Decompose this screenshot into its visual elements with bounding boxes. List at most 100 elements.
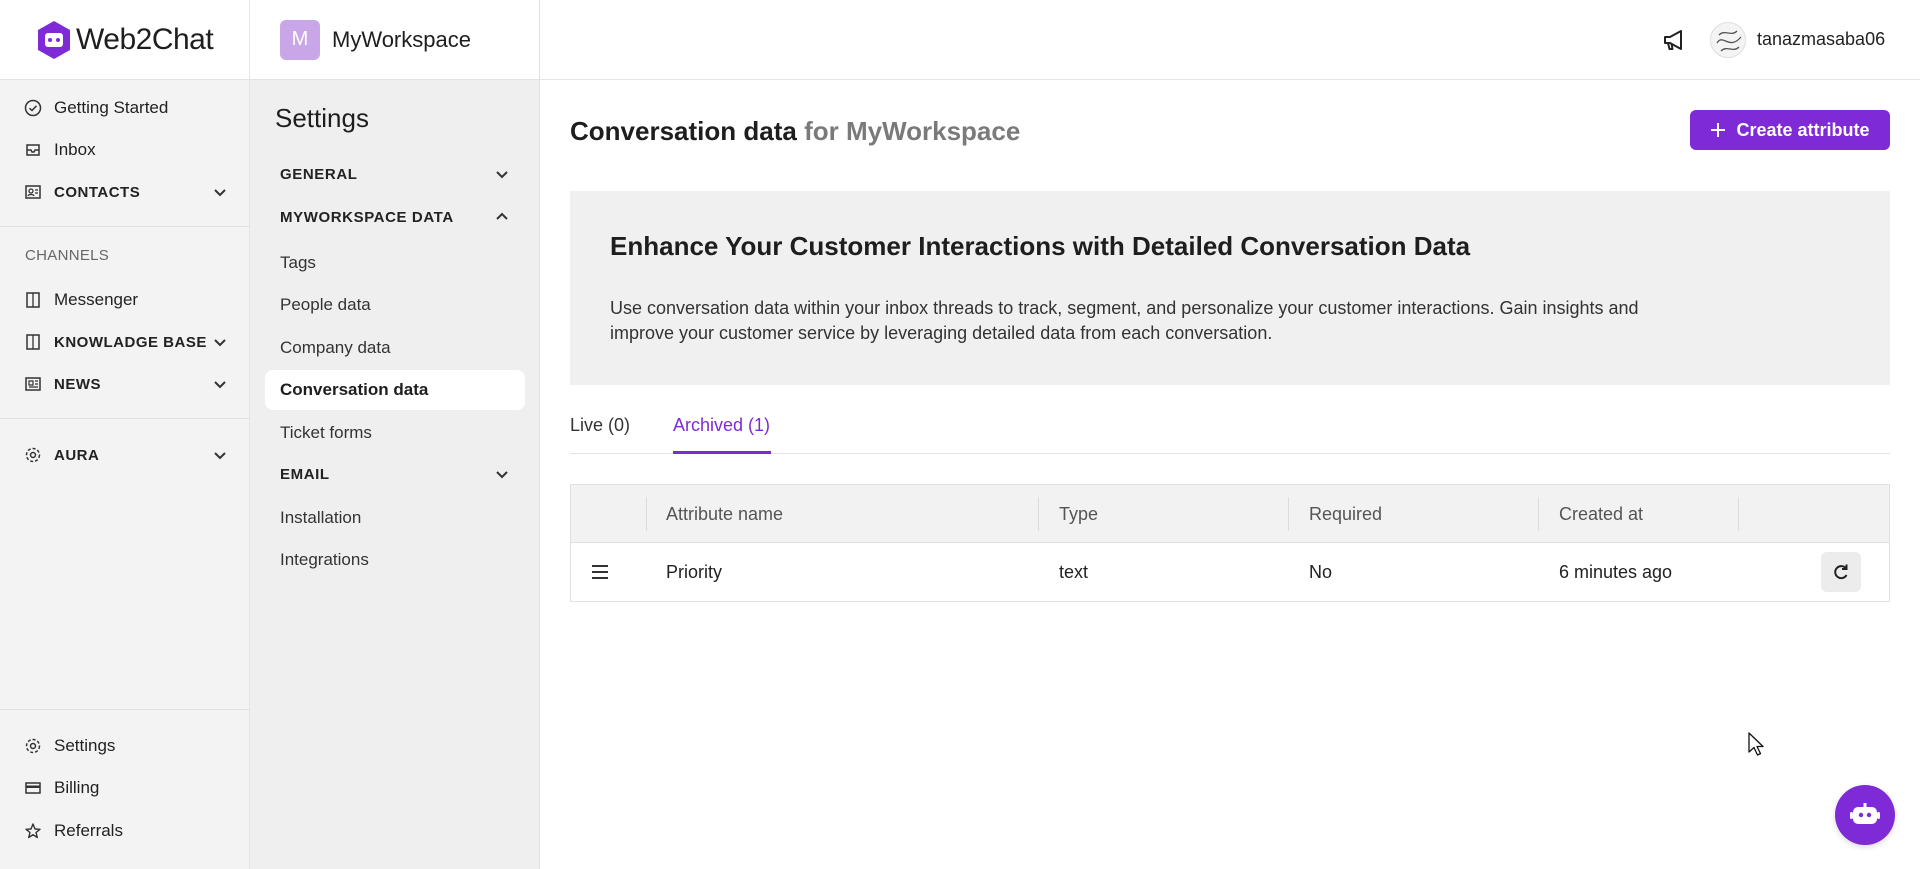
settings-item-people-data[interactable]: People data (265, 285, 525, 325)
settings-item-conversation-data[interactable]: Conversation data (265, 370, 525, 410)
nav-divider (0, 418, 250, 419)
cell-attribute-name: Priority (666, 561, 723, 582)
nav-knowledge-base[interactable]: KNOWLADGE BASE (0, 322, 250, 362)
book-icon (26, 334, 40, 350)
contacts-icon (25, 185, 41, 199)
column-divider (646, 497, 647, 531)
nav-divider (0, 709, 250, 710)
credit-card-icon (25, 782, 41, 794)
settings-title: Settings (275, 103, 369, 133)
chevron-down-icon (496, 171, 508, 179)
restore-icon (1834, 564, 1848, 580)
nav-billing-label: Billing (54, 778, 100, 797)
table-header: Attribute name Type Required Created at (571, 485, 1889, 543)
nav-section-channels: CHANNELS (25, 247, 110, 264)
nav-getting-started[interactable]: Getting Started (0, 88, 250, 128)
nav-settings-label: Settings (54, 736, 116, 755)
web2chat-logo-icon (38, 20, 70, 59)
column-header-name[interactable]: Attribute name (666, 485, 783, 543)
chevron-down-icon (214, 189, 226, 197)
nav-inbox-label: Inbox (54, 140, 96, 159)
check-circle-icon (24, 99, 42, 117)
chevron-up-icon (496, 212, 508, 220)
create-attribute-label: Create attribute (1736, 119, 1870, 140)
nav-news[interactable]: NEWS (0, 364, 250, 404)
settings-group-workspace-data-label: MYWORKSPACE DATA (280, 208, 454, 226)
plus-icon (1711, 123, 1726, 137)
main-sidebar: Web2Chat Getting Started Inbox CONTACTS … (0, 0, 250, 869)
page-title-suffix: for MyWorkspace (804, 116, 1021, 146)
star-icon (25, 823, 41, 839)
column-divider (1288, 497, 1289, 531)
workspace-name: MyWorkspace (332, 26, 471, 52)
nav-settings[interactable]: Settings (0, 726, 250, 766)
megaphone-icon[interactable] (1662, 27, 1688, 53)
nav-referrals-label: Referrals (54, 821, 123, 840)
mouse-cursor-icon (1748, 732, 1764, 756)
nav-contacts[interactable]: CONTACTS (0, 172, 250, 212)
settings-sidebar: M MyWorkspace Settings GENERAL MYWORKSPA… (250, 0, 540, 869)
banner-heading: Enhance Your Customer Interactions with … (610, 231, 1471, 261)
tab-live[interactable]: Live (0) (570, 411, 630, 454)
avatar[interactable] (1710, 22, 1746, 58)
drag-handle-icon[interactable] (590, 563, 610, 581)
nav-messenger-label: Messenger (54, 290, 139, 309)
workspace-switcher[interactable]: M MyWorkspace (250, 0, 539, 80)
nav-aura[interactable]: AURA (0, 435, 250, 475)
column-header-created[interactable]: Created at (1559, 485, 1643, 543)
banner-body: Use conversation data within your inbox … (610, 298, 1639, 343)
main-content: Conversation data for MyWorkspace Create… (540, 81, 1920, 869)
top-bar: tanazmasaba06 (540, 0, 1920, 80)
nav-getting-started-label: Getting Started (54, 98, 169, 117)
brand-name: Web2Chat (76, 22, 214, 56)
settings-item-integrations[interactable]: Integrations (265, 540, 525, 580)
restore-button[interactable] (1821, 552, 1861, 592)
page-title: Conversation data for MyWorkspace (570, 116, 1020, 147)
settings-item-ticket-forms[interactable]: Ticket forms (265, 413, 525, 453)
workspace-avatar: M (280, 19, 320, 60)
nav-contacts-label: CONTACTS (54, 183, 141, 201)
chevron-down-icon (496, 471, 508, 479)
column-header-required[interactable]: Required (1309, 485, 1382, 543)
settings-group-general-label: GENERAL (280, 165, 358, 183)
settings-group-workspace-data[interactable]: MYWORKSPACE DATA (250, 199, 540, 235)
nav-inbox[interactable]: Inbox (0, 130, 250, 170)
brand-logo[interactable]: Web2Chat (0, 0, 249, 80)
settings-group-email-label: EMAIL (280, 465, 330, 483)
tab-archived[interactable]: Archived (1) (673, 411, 771, 454)
user-avatar-image (1711, 23, 1745, 57)
messenger-icon (26, 292, 40, 308)
nav-knowledge-base-label: KNOWLADGE BASE (54, 333, 207, 351)
settings-item-installation[interactable]: Installation (265, 498, 525, 538)
column-divider (1038, 497, 1039, 531)
gear-icon (25, 447, 41, 463)
chevron-down-icon (214, 339, 226, 347)
cell-required: No (1309, 561, 1333, 582)
gear-icon (25, 738, 41, 754)
nav-divider (0, 226, 250, 227)
cell-type: text (1059, 561, 1089, 582)
nav-messenger[interactable]: Messenger (0, 280, 250, 320)
chat-launcher-button[interactable] (1835, 785, 1895, 845)
table-row[interactable]: Priority text No 6 minutes ago (571, 543, 1889, 601)
settings-group-email[interactable]: EMAIL (250, 456, 540, 492)
attributes-table: Attribute name Type Required Created at … (570, 484, 1890, 602)
chevron-down-icon (214, 452, 226, 460)
inbox-icon (26, 144, 40, 156)
chatbot-icon (1850, 803, 1880, 824)
nav-aura-label: AURA (54, 446, 100, 464)
nav-billing[interactable]: Billing (0, 768, 250, 808)
column-header-type[interactable]: Type (1059, 485, 1098, 543)
attribute-tabs: Live (0) Archived (1) (570, 411, 1890, 454)
settings-item-tags[interactable]: Tags (265, 243, 525, 283)
info-banner: Enhance Your Customer Interactions with … (570, 191, 1890, 385)
nav-news-label: NEWS (54, 375, 101, 393)
create-attribute-button[interactable]: Create attribute (1690, 110, 1890, 150)
settings-group-general[interactable]: GENERAL (250, 156, 540, 192)
nav-referrals[interactable]: Referrals (0, 811, 250, 851)
chevron-down-icon (214, 381, 226, 389)
settings-item-company-data[interactable]: Company data (265, 328, 525, 368)
column-divider (1538, 497, 1539, 531)
cell-created-at: 6 minutes ago (1559, 561, 1673, 582)
user-name[interactable]: tanazmasaba06 (1757, 29, 1885, 50)
